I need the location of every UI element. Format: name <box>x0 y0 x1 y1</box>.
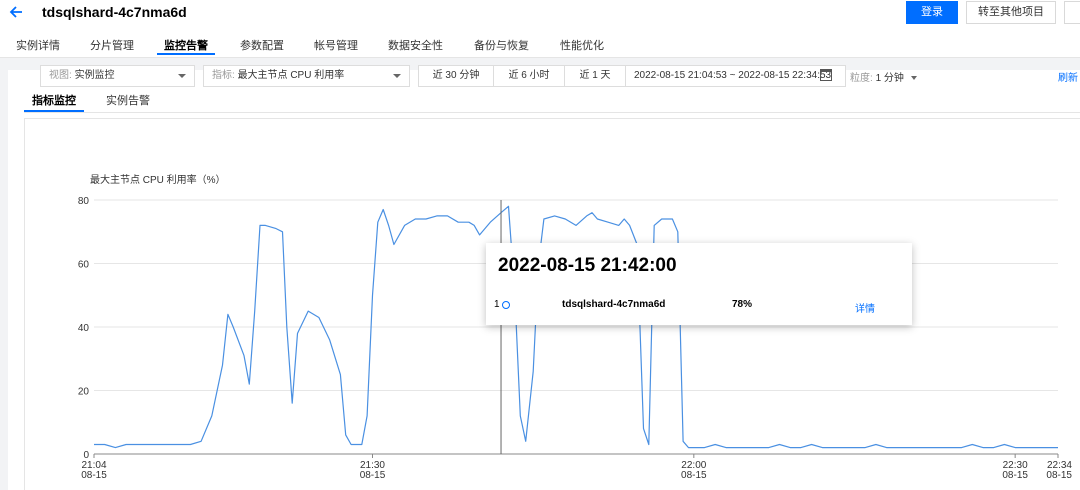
chart-tooltip: 2022-08-15 21:42:00 1 tdsqlshard-4c7nma6… <box>486 243 912 325</box>
tooltip-value: 78% <box>732 299 753 310</box>
series-marker-icon <box>502 301 510 309</box>
y-tick-label: 20 <box>78 387 90 398</box>
tooltip-series-name: tdsqlshard-4c7nma6d <box>562 299 666 310</box>
x-tick-date-label: 08-15 <box>1002 470 1028 481</box>
x-tick-date-label: 08-15 <box>81 470 107 481</box>
tooltip-time: 2022-08-15 21:42:00 <box>498 255 677 276</box>
y-tick-label: 80 <box>78 196 90 207</box>
x-tick-date-label: 08-15 <box>360 470 386 481</box>
y-tick-label: 60 <box>78 260 90 271</box>
tooltip-detail-link[interactable]: 详情 <box>855 300 875 315</box>
x-tick-date-label: 08-15 <box>681 470 707 481</box>
tooltip-index: 1 <box>494 299 500 310</box>
x-tick-date-label: 08-15 <box>1046 470 1072 481</box>
y-tick-label: 40 <box>78 323 90 334</box>
